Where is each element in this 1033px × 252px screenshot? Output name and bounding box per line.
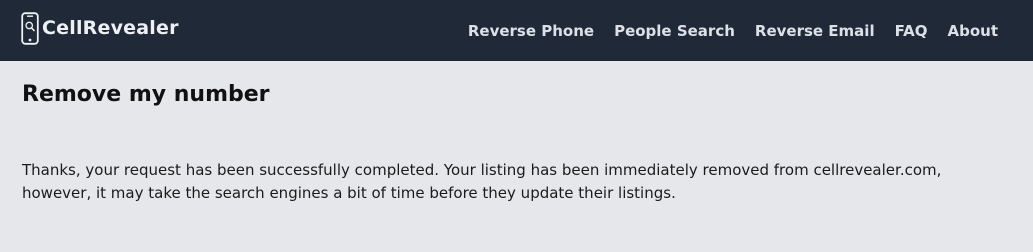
- confirmation-message: Thanks, your request has been successful…: [22, 161, 942, 202]
- page-title: Remove my number: [22, 82, 270, 107]
- nav-about[interactable]: About: [947, 22, 998, 40]
- nav-reverse-phone[interactable]: Reverse Phone: [468, 22, 594, 40]
- main-content: Remove my number Thanks, your request ha…: [0, 61, 1033, 205]
- brand-name: CellRevealer: [42, 17, 179, 39]
- nav-people-search[interactable]: People Search: [614, 22, 735, 40]
- top-navbar: CellRevealer Reverse Phone People Search…: [0, 0, 1033, 61]
- phone-icon: [21, 12, 39, 45]
- main-nav: Reverse Phone People Search Reverse Emai…: [448, 0, 998, 61]
- brand-logo-link[interactable]: CellRevealer: [21, 12, 179, 45]
- nav-reverse-email[interactable]: Reverse Email: [755, 22, 875, 40]
- nav-faq[interactable]: FAQ: [895, 22, 928, 40]
